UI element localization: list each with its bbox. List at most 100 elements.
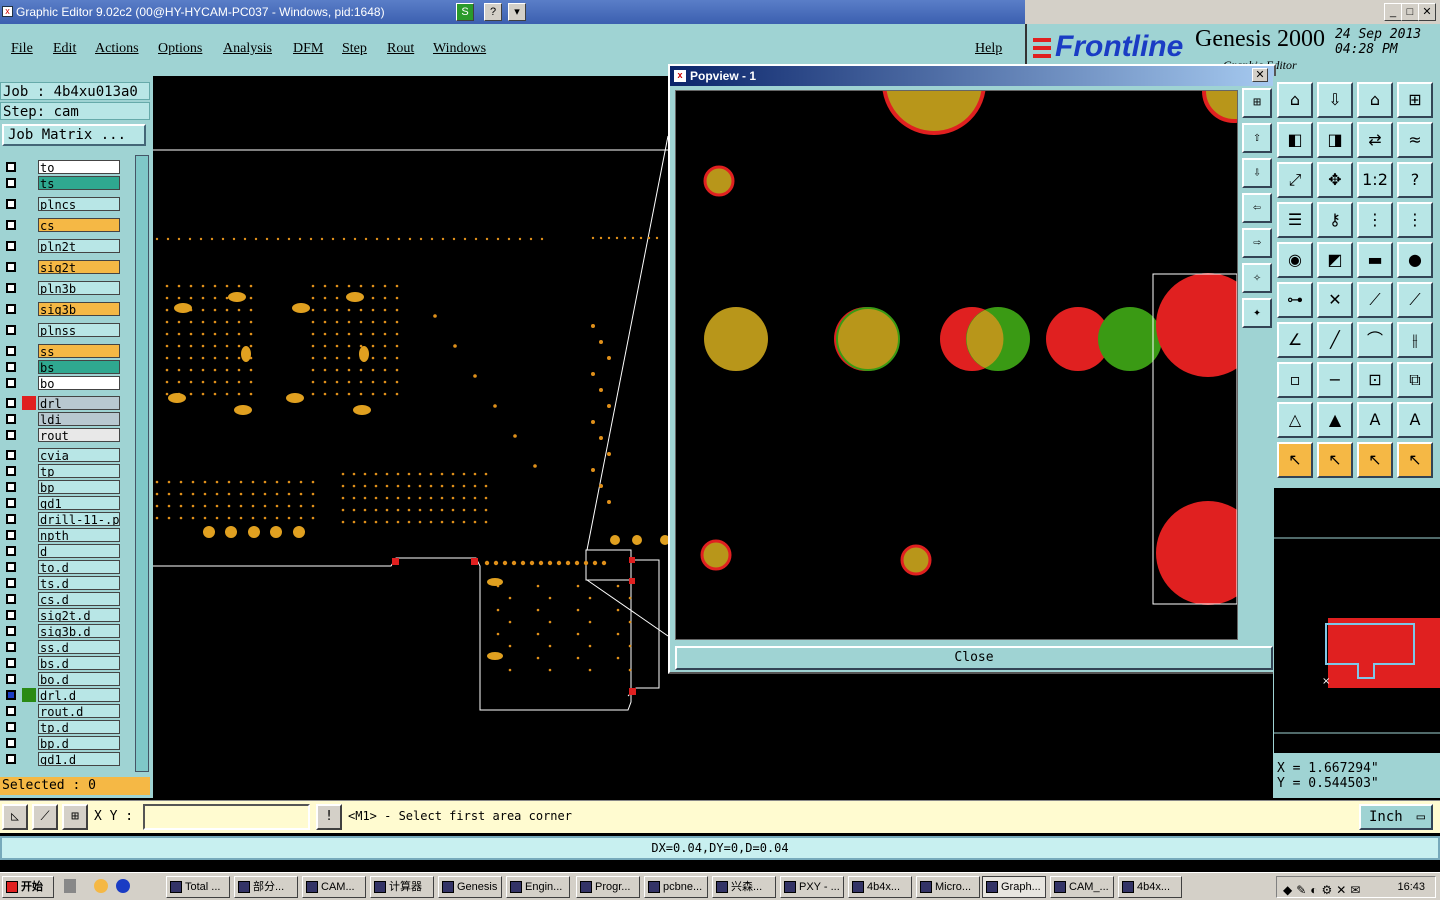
layer-checkbox[interactable]: [6, 178, 16, 188]
layer-checkbox[interactable]: [6, 578, 16, 588]
layer-row[interactable]: ⬋to: [3, 160, 120, 174]
line-pad-icon[interactable]: ⟋: [1357, 282, 1393, 318]
mirror-icon[interactable]: ⫲: [1397, 322, 1433, 358]
layer-checkbox[interactable]: [6, 690, 16, 700]
angle-icon[interactable]: ∠: [1277, 322, 1313, 358]
pan-down-icon[interactable]: ⇩: [1242, 158, 1272, 188]
measure-icon[interactable]: ⟋: [32, 804, 58, 830]
redraw-icon[interactable]: ≈: [1397, 122, 1433, 158]
layer-row[interactable]: rout: [3, 428, 120, 442]
dropdown-icon[interactable]: ▾: [508, 3, 526, 21]
select-arrow-icon[interactable]: ↖: [1277, 442, 1313, 478]
units-selector[interactable]: Inch ▭: [1359, 804, 1433, 830]
minimize-icon[interactable]: _: [1384, 3, 1402, 21]
query-icon[interactable]: ?: [1397, 162, 1433, 198]
menu-file[interactable]: File: [11, 41, 33, 57]
quicklaunch-desktop-icon[interactable]: [64, 879, 76, 893]
taskbar-button[interactable]: pcbne...: [644, 876, 708, 898]
zoom-fit-icon[interactable]: ⊞: [1242, 88, 1272, 118]
layer-checkbox[interactable]: [6, 642, 16, 652]
layer-row[interactable]: bo.d: [3, 672, 120, 686]
layer-checkbox[interactable]: [6, 546, 16, 556]
reverse-icon[interactable]: ⇄: [1357, 122, 1393, 158]
layer-color-swatch[interactable]: [22, 608, 36, 622]
layer-color-swatch[interactable]: [22, 672, 36, 686]
layer-color-swatch[interactable]: [22, 360, 36, 374]
layer-checkbox[interactable]: [6, 466, 16, 476]
layer-checkbox[interactable]: [6, 674, 16, 684]
layer-color-swatch[interactable]: [22, 496, 36, 510]
xy-window-icon[interactable]: ⊞: [1397, 82, 1433, 118]
menu-windows[interactable]: Windows: [433, 41, 486, 57]
layer-row[interactable]: pln2t: [3, 239, 120, 253]
taskbar-button[interactable]: 4b4x...: [848, 876, 912, 898]
menu-dfm[interactable]: DFM: [293, 41, 323, 57]
taskbar-button[interactable]: 4b4x...: [1118, 876, 1182, 898]
layer-row[interactable]: plnss: [3, 323, 120, 337]
layer-row[interactable]: bp.d: [3, 736, 120, 750]
layer-checkbox[interactable]: [6, 514, 16, 524]
layer-color-swatch[interactable]: [22, 736, 36, 750]
maximize-icon[interactable]: □: [1401, 3, 1419, 21]
minus-icon[interactable]: −: [1317, 362, 1353, 398]
layer-color-swatch[interactable]: [22, 560, 36, 574]
layer-scrollbar[interactable]: [135, 155, 149, 772]
net-select-icon[interactable]: ⋮: [1397, 202, 1433, 238]
layer-row[interactable]: d: [3, 544, 120, 558]
layer-row[interactable]: drl: [3, 396, 120, 410]
layer-color-swatch[interactable]: [22, 412, 36, 426]
layer-color-swatch[interactable]: [22, 281, 36, 295]
layer-checkbox[interactable]: [6, 325, 16, 335]
zoom-out-icon[interactable]: ✦: [1242, 298, 1272, 328]
taskbar-button[interactable]: 部分...: [234, 876, 298, 898]
quicklaunch-browser-icon[interactable]: [116, 879, 130, 893]
layer-color-swatch[interactable]: [22, 239, 36, 253]
menu-step[interactable]: Step: [342, 41, 367, 57]
layer-checkbox[interactable]: [6, 430, 16, 440]
layer-row[interactable]: cvia: [3, 448, 120, 462]
layer-color-swatch[interactable]: [22, 624, 36, 638]
layer-color-swatch[interactable]: [22, 376, 36, 390]
layer-row[interactable]: npth: [3, 528, 120, 542]
layer-checkbox[interactable]: [6, 658, 16, 668]
layer-color-swatch[interactable]: [22, 396, 36, 410]
layer-color-swatch[interactable]: [22, 428, 36, 442]
layer-checkbox[interactable]: [6, 414, 16, 424]
layer-checkbox[interactable]: [6, 754, 16, 764]
layer-color-swatch[interactable]: [22, 448, 36, 462]
layer-color-swatch[interactable]: [22, 176, 36, 190]
layer-color-swatch[interactable]: [22, 344, 36, 358]
layer-checkbox[interactable]: [6, 241, 16, 251]
pan-left-icon[interactable]: ⇦: [1242, 193, 1272, 223]
layer-color-swatch[interactable]: [22, 302, 36, 316]
pan-up-icon[interactable]: ⇧: [1242, 123, 1272, 153]
layer-color-swatch[interactable]: [22, 752, 36, 766]
layer-checkbox[interactable]: [6, 498, 16, 508]
layer-checkbox[interactable]: [6, 706, 16, 716]
layer-color-swatch[interactable]: [22, 704, 36, 718]
minimap[interactable]: ×: [1273, 488, 1440, 753]
menu-help[interactable]: Help: [975, 41, 1002, 57]
ruler-icon[interactable]: ▬: [1357, 242, 1393, 278]
layer-color-swatch[interactable]: [22, 640, 36, 654]
layer-row[interactable]: ⬋cs: [3, 218, 120, 232]
popview-title-bar[interactable]: x Popview - 1: [670, 66, 1274, 86]
pan-right-tool-icon[interactable]: ◨: [1317, 122, 1353, 158]
circle-icon[interactable]: ●: [1397, 242, 1433, 278]
triangle-b-icon[interactable]: A: [1397, 402, 1433, 438]
zoom-extent-icon[interactable]: ⤢: [1277, 162, 1313, 198]
help-icon[interactable]: ?: [484, 3, 502, 21]
taskbar-button[interactable]: CAM_...: [1050, 876, 1114, 898]
layer-row[interactable]: pln3b: [3, 281, 120, 295]
layer-checkbox[interactable]: [6, 304, 16, 314]
taskbar-button[interactable]: CAM...: [302, 876, 366, 898]
job-matrix-button[interactable]: Job Matrix ...: [2, 124, 146, 146]
layer-checkbox[interactable]: [6, 398, 16, 408]
taskbar-button[interactable]: Genesis: [438, 876, 502, 898]
layer-row[interactable]: ⬋cs.d: [3, 592, 120, 606]
pan-right-icon[interactable]: ⇨: [1242, 228, 1272, 258]
arc-icon[interactable]: ⌒: [1357, 322, 1393, 358]
layer-color-swatch[interactable]: [22, 688, 36, 702]
layer-color-swatch[interactable]: [22, 480, 36, 494]
layer-color-swatch[interactable]: [22, 160, 36, 174]
